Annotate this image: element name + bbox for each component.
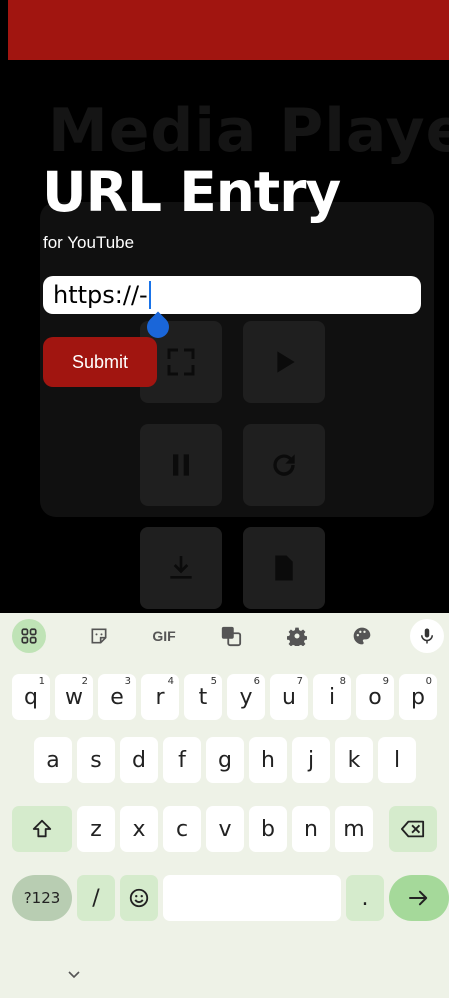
play-button[interactable] <box>243 321 325 403</box>
theme-button[interactable] <box>345 619 379 653</box>
space-key[interactable] <box>163 875 341 921</box>
enter-key[interactable] <box>389 875 449 921</box>
pause-icon <box>173 454 189 476</box>
sticker-button[interactable] <box>82 619 116 653</box>
url-input[interactable]: https://- <box>43 276 421 314</box>
page-subtitle: for YouTube <box>43 233 135 252</box>
key-i[interactable]: i8 <box>313 674 351 720</box>
download-icon <box>170 556 192 579</box>
key-d[interactable]: d <box>120 737 158 783</box>
key-b[interactable]: b <box>249 806 287 852</box>
emoji-key[interactable] <box>120 875 158 921</box>
backspace-key[interactable] <box>389 806 437 852</box>
palette-icon <box>353 627 371 645</box>
shift-key[interactable] <box>12 806 72 852</box>
microphone-icon <box>421 628 433 644</box>
key-q[interactable]: q1 <box>12 674 50 720</box>
key-e[interactable]: e3 <box>98 674 136 720</box>
voice-input-button[interactable] <box>410 619 444 653</box>
key-period[interactable]: . <box>346 875 384 921</box>
key-p[interactable]: p0 <box>399 674 437 720</box>
key-a[interactable]: a <box>34 737 72 783</box>
key-slash[interactable]: / <box>77 875 115 921</box>
fullscreen-icon <box>167 348 195 376</box>
emoji-icon <box>129 888 149 908</box>
key-r[interactable]: r4 <box>141 674 179 720</box>
key-u[interactable]: u7 <box>270 674 308 720</box>
upload-file-icon <box>275 555 293 581</box>
settings-button[interactable] <box>280 619 314 653</box>
play-icon <box>277 351 295 373</box>
download-button[interactable] <box>140 527 222 609</box>
background-app-title: Media Player <box>48 96 449 166</box>
key-y[interactable]: y6 <box>227 674 265 720</box>
app-area: Media Player URL Entry for YouTube https… <box>8 60 449 613</box>
keyboard-toolbar: GIF <box>0 613 449 659</box>
submit-button[interactable]: Submit <box>43 337 157 387</box>
key-o[interactable]: o9 <box>356 674 394 720</box>
key-g[interactable]: g <box>206 737 244 783</box>
key-h[interactable]: h <box>249 737 287 783</box>
sticker-icon <box>91 628 107 644</box>
text-cursor <box>148 281 151 309</box>
arrow-right-icon <box>409 890 428 906</box>
shift-icon <box>32 819 52 838</box>
grid-icon <box>21 628 37 644</box>
key-l[interactable]: l <box>378 737 416 783</box>
key-k[interactable]: k <box>335 737 373 783</box>
chevron-down-icon <box>68 971 80 979</box>
collapse-keyboard-button[interactable] <box>64 965 84 985</box>
key-s[interactable]: s <box>77 737 115 783</box>
url-input-value: https://- <box>53 281 148 309</box>
translate-button[interactable] <box>214 619 248 653</box>
page-title: URL Entry <box>42 160 341 224</box>
refresh-icon <box>273 454 295 476</box>
key-j[interactable]: j <box>292 737 330 783</box>
key-z[interactable]: z <box>77 806 115 852</box>
key-n[interactable]: n <box>292 806 330 852</box>
key-w[interactable]: w2 <box>55 674 93 720</box>
pause-button[interactable] <box>140 424 222 506</box>
key-x[interactable]: x <box>120 806 158 852</box>
gif-button[interactable]: GIF <box>147 619 181 653</box>
key-m[interactable]: m <box>335 806 373 852</box>
key-v[interactable]: v <box>206 806 244 852</box>
status-bar <box>8 0 449 60</box>
upload-file-button[interactable] <box>243 527 325 609</box>
gear-icon <box>287 627 307 646</box>
key-c[interactable]: c <box>163 806 201 852</box>
key-t[interactable]: t5 <box>184 674 222 720</box>
apps-grid-button[interactable] <box>12 619 46 653</box>
refresh-button[interactable] <box>243 424 325 506</box>
translate-icon <box>221 626 242 647</box>
key-f[interactable]: f <box>163 737 201 783</box>
backspace-icon <box>401 820 425 838</box>
keyboard: GIF q1 w2 e3 r4 t5 y6 u7 i8 o9 p0 a s d … <box>0 613 449 998</box>
symbols-key[interactable]: ?123 <box>12 875 72 921</box>
